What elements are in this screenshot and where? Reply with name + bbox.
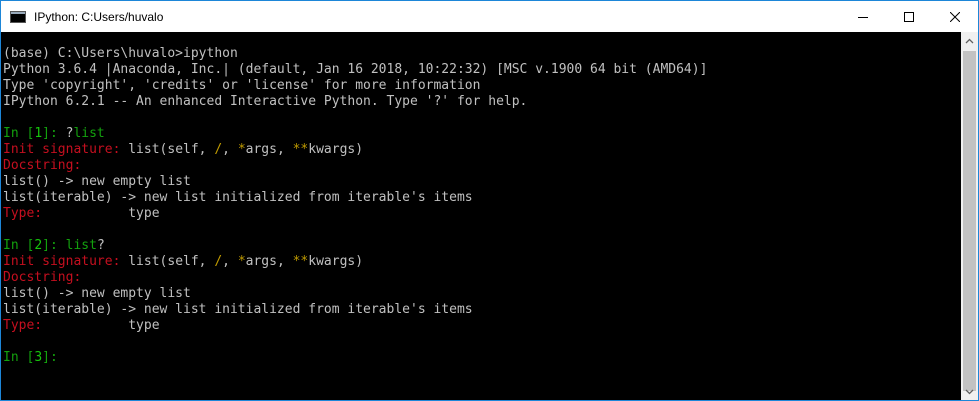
close-button[interactable] xyxy=(932,1,978,32)
prompt-number: 1 xyxy=(34,126,43,141)
signature-text: , xyxy=(222,142,238,157)
title-bar[interactable]: IPython: C:Users/huvalo xyxy=(1,1,978,32)
signature-operator: / xyxy=(214,142,223,157)
prompt-close: ]: xyxy=(42,350,58,365)
signature-text: list(self, xyxy=(120,254,215,269)
scroll-down-icon xyxy=(965,389,974,394)
input-prompt-line: In [1]: ?list xyxy=(1,126,962,142)
console-line: Type 'copyright', 'credits' or 'license'… xyxy=(3,78,481,93)
scroll-down-button[interactable] xyxy=(961,383,978,400)
signature-line: Init signature: list(self, /, *args, **k… xyxy=(1,254,962,270)
signature-label: Init signature: xyxy=(3,142,121,157)
signature-operator: ** xyxy=(292,254,309,269)
type-value: type xyxy=(42,318,160,333)
signature-line: Init signature: list(self, /, *args, **k… xyxy=(1,142,962,158)
maximize-button[interactable] xyxy=(886,1,932,32)
scroll-up-button[interactable] xyxy=(961,32,978,49)
terminal-window: IPython: C:Users/huvalo (base) C:\Users\… xyxy=(0,0,979,401)
console-output[interactable]: (base) C:\Users\huvalo>ipython Python 3.… xyxy=(1,32,962,400)
docstring-line: list(iterable) -> new list initialized f… xyxy=(3,190,473,205)
prompt-number: 2 xyxy=(34,238,43,253)
console-line: Python 3.6.4 |Anaconda, Inc.| (default, … xyxy=(3,62,708,77)
prompt-close: ]: xyxy=(42,238,66,253)
console-line: IPython 6.2.1 -- An enhanced Interactive… xyxy=(3,94,528,109)
prompt-number: 3 xyxy=(34,350,43,365)
maximize-icon xyxy=(904,11,914,22)
docstring-line: list() -> new empty list xyxy=(3,286,191,301)
input-text: ? xyxy=(96,238,105,253)
signature-text: args, xyxy=(245,254,293,269)
console-line: (base) C:\Users\huvalo>ipython xyxy=(3,46,238,61)
scrollbar-thumb[interactable] xyxy=(963,51,976,391)
minimize-icon xyxy=(858,16,868,18)
type-value: type xyxy=(42,206,160,221)
docstring-label: Docstring: xyxy=(3,270,82,285)
scroll-up-icon xyxy=(965,38,974,43)
window-controls xyxy=(840,1,978,32)
type-line: Type: type xyxy=(1,318,962,334)
window-title: IPython: C:Users/huvalo xyxy=(34,9,164,24)
close-icon xyxy=(950,11,960,22)
signature-text: , xyxy=(222,254,238,269)
prompt-close: ]: xyxy=(42,126,66,141)
prompt-in-label: In [ xyxy=(3,126,35,141)
signature-text: kwargs) xyxy=(308,254,364,269)
signature-text: kwargs) xyxy=(308,142,364,157)
type-line: Type: type xyxy=(1,206,962,222)
docstring-line: list(iterable) -> new list initialized f… xyxy=(3,302,473,317)
console-app-icon[interactable] xyxy=(10,10,26,23)
input-builtin: list xyxy=(73,126,105,141)
vertical-scrollbar[interactable] xyxy=(961,32,978,400)
signature-label: Init signature: xyxy=(3,254,121,269)
input-builtin: list xyxy=(65,238,97,253)
input-prompt-line: In [2]: list? xyxy=(1,238,962,254)
docstring-label: Docstring: xyxy=(3,158,82,173)
prompt-in-label: In [ xyxy=(3,238,35,253)
minimize-button[interactable] xyxy=(840,1,886,32)
signature-operator: / xyxy=(214,254,223,269)
prompt-in-label: In [ xyxy=(3,350,35,365)
signature-operator: * xyxy=(237,254,246,269)
signature-text: list(self, xyxy=(120,142,215,157)
signature-text: args, xyxy=(245,142,293,157)
type-label: Type: xyxy=(3,318,43,333)
signature-operator: * xyxy=(237,142,246,157)
active-input-prompt[interactable]: In [3]: xyxy=(1,350,962,366)
docstring-line: list() -> new empty list xyxy=(3,174,191,189)
type-label: Type: xyxy=(3,206,43,221)
signature-operator: ** xyxy=(292,142,309,157)
